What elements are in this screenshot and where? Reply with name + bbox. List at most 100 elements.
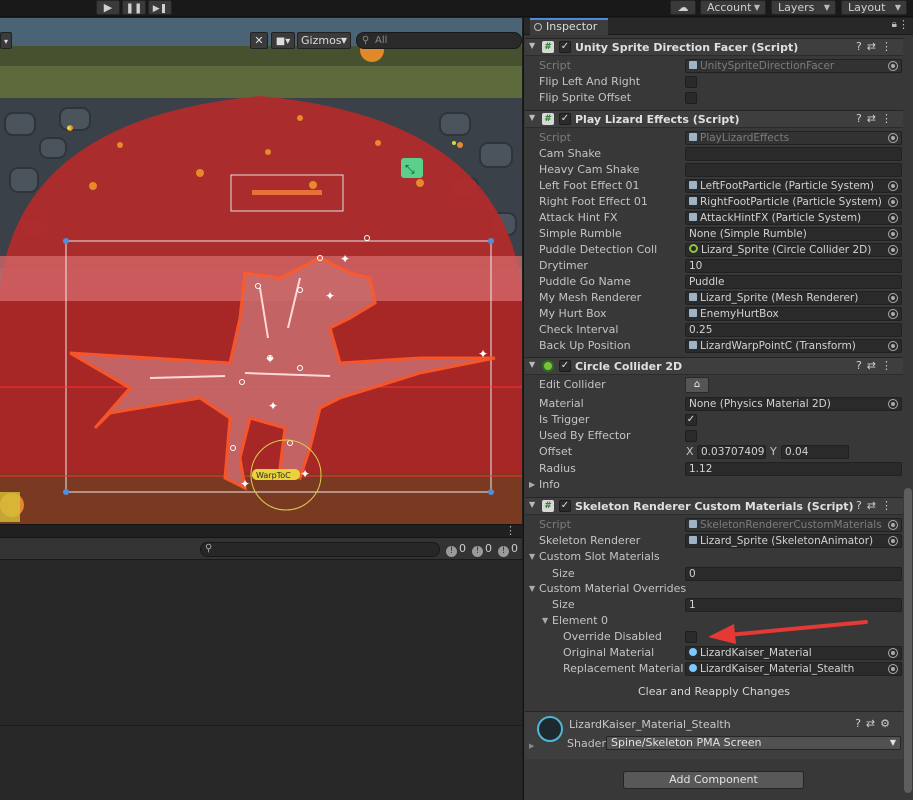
object-picker-icon[interactable] [888, 341, 898, 351]
foldout-arrow-icon[interactable]: ▼ [529, 500, 535, 509]
foldout-arrow-icon[interactable]: ▼ [529, 113, 535, 122]
scene-search-input[interactable]: ⚲ All [356, 32, 522, 49]
preset-icon[interactable]: ⇄ [867, 499, 881, 512]
more-options-icon[interactable]: ⋮ [505, 524, 516, 537]
mesh-renderer-field[interactable]: Lizard_Sprite (Mesh Renderer) [685, 291, 902, 305]
tab-inspector[interactable]: Inspector [530, 18, 608, 35]
add-component-button[interactable]: Add Component [623, 771, 804, 789]
component-header-circle-collider[interactable]: ▼ ✓ Circle Collider 2D ?⇄⋮ [525, 357, 903, 375]
override-size-field[interactable]: 1 [685, 598, 902, 612]
cloud-button[interactable]: ☁ [670, 0, 696, 15]
foldout-arrow-icon[interactable]: ▼ [542, 613, 548, 629]
foldout-arrow-icon[interactable]: ▼ [529, 581, 535, 597]
heavy-cam-shake-field[interactable] [685, 163, 902, 177]
foldout-arrow-icon[interactable]: ▶ [529, 477, 535, 493]
object-picker-icon[interactable] [888, 293, 898, 303]
scene-view[interactable]: ✦✦✦ ✦✦✦ ✦✦✦ WarpToC ⤡ [0, 18, 522, 524]
info-count-toggle[interactable]: ! 0 [446, 542, 466, 557]
preset-icon[interactable]: ⇄ [867, 359, 881, 372]
more-options-icon[interactable]: ⋮ [898, 18, 909, 31]
more-options-icon[interactable]: ⋮ [881, 40, 897, 53]
help-icon[interactable]: ? [855, 717, 866, 730]
pause-button[interactable]: ❚❚ [122, 0, 146, 15]
hurt-box-field[interactable]: EnemyHurtBox [685, 307, 902, 321]
physics-material-field[interactable]: None (Physics Material 2D) [685, 397, 902, 411]
foldout-arrow-icon[interactable]: ▼ [529, 549, 535, 565]
shader-dropdown[interactable]: Spine/Skeleton PMA Screen ▼ [606, 736, 901, 750]
preset-icon[interactable]: ⇄ [866, 717, 880, 730]
object-picker-icon[interactable] [888, 399, 898, 409]
cam-shake-field[interactable] [685, 147, 902, 161]
simple-rumble-field[interactable]: None (Simple Rumble) [685, 227, 902, 241]
clear-reapply-button[interactable]: Clear and Reapply Changes [525, 685, 903, 698]
flip-sprite-offset-checkbox[interactable] [685, 92, 697, 104]
gear-icon[interactable]: ⚙ [880, 717, 895, 730]
help-icon[interactable]: ? [856, 40, 867, 53]
right-foot-effect-field[interactable]: RightFootParticle (Particle System) [685, 195, 902, 209]
puddle-detection-field[interactable]: Lizard_Sprite (Circle Collider 2D) [685, 243, 902, 257]
is-trigger-checkbox[interactable]: ✓ [685, 414, 697, 426]
object-picker-icon[interactable] [888, 309, 898, 319]
layout-dropdown[interactable]: Layout ▼ [841, 0, 907, 15]
drytimer-field[interactable]: 10 [685, 259, 902, 273]
tools-button[interactable]: ✕ [250, 32, 268, 49]
offset-y-field[interactable]: 0.04 [781, 445, 849, 459]
object-picker-icon[interactable] [888, 197, 898, 207]
enabled-checkbox[interactable]: ✓ [559, 41, 571, 53]
skeleton-renderer-field[interactable]: Lizard_Sprite (SkeletonAnimator) [685, 534, 902, 548]
foldout-arrow-icon[interactable]: ▼ [529, 360, 535, 369]
inspector-scrollbar[interactable] [904, 488, 912, 793]
attack-hint-fx-field[interactable]: AttackHintFX (Particle System) [685, 211, 902, 225]
original-material-field[interactable]: LizardKaiser_Material [685, 646, 902, 660]
row-info-foldout[interactable]: ▶ Info [525, 477, 903, 493]
preset-icon[interactable]: ⇄ [867, 112, 881, 125]
object-picker-icon[interactable] [888, 648, 898, 658]
warning-count-toggle[interactable]: ! 0 [472, 542, 492, 557]
scene-canvas[interactable]: ✦✦✦ ✦✦✦ ✦✦✦ WarpToC ⤡ [0, 18, 522, 524]
help-icon[interactable]: ? [856, 359, 867, 372]
foldout-arrow-icon[interactable]: ▶ [529, 742, 534, 750]
help-icon[interactable]: ? [856, 499, 867, 512]
component-header-play-lizard-effects[interactable]: ▼ # ✓ Play Lizard Effects (Script) ?⇄⋮ [525, 110, 903, 128]
row-custom-slot-materials[interactable]: ▼ Custom Slot Materials [525, 549, 903, 565]
lock-icon[interactable]: 🔒︎ [892, 19, 897, 30]
enabled-checkbox[interactable]: ✓ [559, 113, 571, 125]
component-header-direction-facer[interactable]: ▼ # ✓ Unity Sprite Direction Facer (Scri… [525, 38, 903, 56]
flip-left-right-checkbox[interactable] [685, 76, 697, 88]
preset-icon[interactable]: ⇄ [867, 40, 881, 53]
error-count-toggle[interactable]: ! 0 [498, 542, 518, 557]
more-options-icon[interactable]: ⋮ [881, 499, 897, 512]
more-options-icon[interactable]: ⋮ [881, 112, 897, 125]
console-search-input[interactable]: ⚲ [200, 542, 440, 557]
offset-x-field[interactable]: 0.03707409 [697, 445, 766, 459]
object-picker-icon[interactable] [888, 181, 898, 191]
edit-collider-button[interactable]: ⌂ [685, 377, 709, 393]
replacement-material-field[interactable]: LizardKaiser_Material_Stealth [685, 662, 902, 676]
gizmos-dropdown[interactable]: Gizmos ▼ [297, 32, 351, 49]
object-picker-icon[interactable] [888, 61, 898, 71]
enabled-checkbox[interactable]: ✓ [559, 360, 571, 372]
object-picker-icon[interactable] [888, 536, 898, 546]
back-up-position-field[interactable]: LizardWarpPointC (Transform) [685, 339, 902, 353]
object-picker-icon[interactable] [888, 213, 898, 223]
object-picker-icon[interactable] [888, 133, 898, 143]
slot-size-field[interactable]: 0 [685, 567, 902, 581]
layers-dropdown[interactable]: Layers ▼ [771, 0, 836, 15]
enabled-checkbox[interactable]: ✓ [559, 500, 571, 512]
account-dropdown[interactable]: Account ▼ [700, 0, 766, 15]
object-picker-icon[interactable] [888, 520, 898, 530]
left-foot-effect-field[interactable]: LeftFootParticle (Particle System) [685, 179, 902, 193]
object-picker-icon[interactable] [888, 245, 898, 255]
override-disabled-checkbox[interactable] [685, 631, 697, 643]
help-icon[interactable]: ? [856, 112, 867, 125]
foldout-arrow-icon[interactable]: ▼ [529, 41, 535, 50]
puddle-go-name-field[interactable]: Puddle [685, 275, 902, 289]
camera-button[interactable]: ■▾ [271, 32, 295, 49]
object-picker-icon[interactable] [888, 664, 898, 674]
object-picker-icon[interactable] [888, 229, 898, 239]
scene-menu-button[interactable]: ▾ [0, 32, 12, 49]
component-header-custom-materials[interactable]: ▼ # ✓ Skeleton Renderer Custom Materials… [525, 497, 903, 515]
check-interval-field[interactable]: 0.25 [685, 323, 902, 337]
row-custom-material-overrides[interactable]: ▼ Custom Material Overrides [525, 581, 903, 597]
step-button[interactable]: ▶❚ [148, 0, 172, 15]
